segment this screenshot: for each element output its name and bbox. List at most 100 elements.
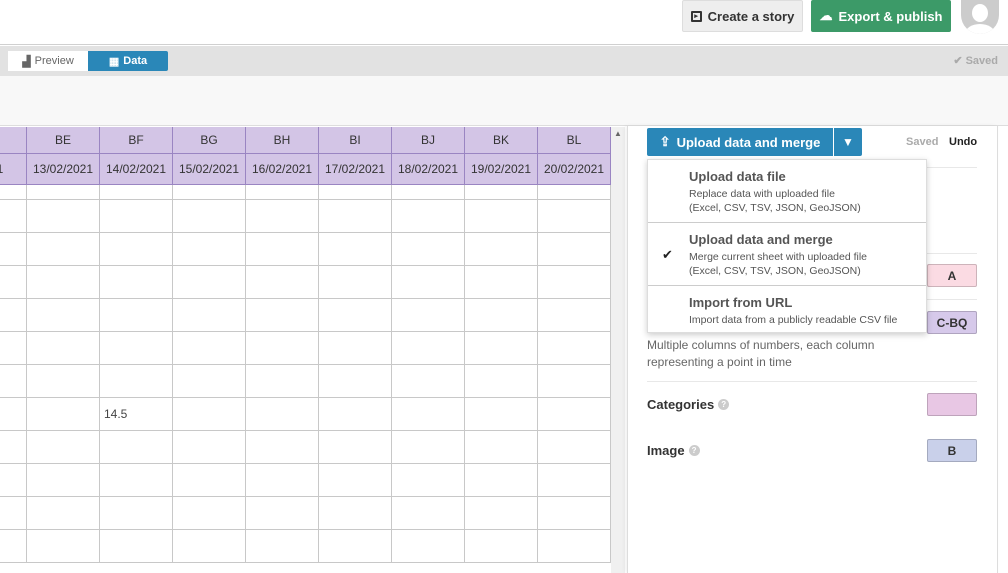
table-cell[interactable] — [100, 365, 173, 398]
grid-scrollbar[interactable]: ▲ — [611, 127, 625, 573]
column-header[interactable]: BL — [538, 127, 611, 154]
table-cell[interactable] — [100, 299, 173, 332]
table-cell[interactable] — [0, 299, 27, 332]
date-header-cell[interactable]: 20/02/2021 — [538, 154, 611, 185]
table-cell[interactable] — [173, 464, 246, 497]
export-publish-button[interactable]: ☁ Export & publish — [811, 0, 951, 32]
date-header-cell[interactable]: 13/02/2021 — [27, 154, 100, 185]
table-cell[interactable] — [465, 200, 538, 233]
table-cell[interactable] — [319, 185, 392, 200]
avatar[interactable] — [961, 0, 999, 34]
table-cell[interactable] — [246, 365, 319, 398]
table-cell[interactable] — [100, 530, 173, 563]
table-cell[interactable] — [392, 398, 465, 431]
table-cell[interactable] — [27, 185, 100, 200]
tab-data[interactable]: ▦ Data — [88, 51, 168, 71]
tab-preview[interactable]: ▟ Preview — [8, 51, 88, 71]
table-cell[interactable] — [0, 266, 27, 299]
table-cell[interactable] — [246, 233, 319, 266]
table-cell[interactable] — [27, 398, 100, 431]
table-cell[interactable] — [0, 233, 27, 266]
table-cell[interactable] — [319, 464, 392, 497]
table-cell[interactable] — [392, 266, 465, 299]
table-cell[interactable] — [246, 431, 319, 464]
table-cell[interactable] — [100, 497, 173, 530]
table-cell[interactable] — [538, 332, 611, 365]
column-header[interactable]: BH — [246, 127, 319, 154]
date-header-cell[interactable]: 16/02/2021 — [246, 154, 319, 185]
table-cell[interactable] — [538, 299, 611, 332]
table-cell[interactable] — [173, 266, 246, 299]
table-cell[interactable] — [319, 398, 392, 431]
table-cell[interactable] — [173, 233, 246, 266]
table-cell[interactable] — [392, 233, 465, 266]
table-cell[interactable] — [27, 464, 100, 497]
table-cell[interactable] — [173, 398, 246, 431]
table-cell[interactable] — [319, 200, 392, 233]
table-cell[interactable] — [465, 185, 538, 200]
table-cell[interactable] — [100, 431, 173, 464]
table-cell[interactable] — [319, 299, 392, 332]
data-grid[interactable]: BEBFBGBHBIBJBKBL 202113/02/202114/02/2021… — [0, 127, 611, 573]
table-cell[interactable] — [392, 497, 465, 530]
table-cell[interactable] — [173, 185, 246, 200]
table-cell[interactable] — [319, 497, 392, 530]
table-cell[interactable] — [465, 431, 538, 464]
table-cell[interactable] — [465, 497, 538, 530]
categories-column-pill[interactable] — [927, 393, 977, 416]
table-cell[interactable] — [246, 266, 319, 299]
column-header[interactable]: BK — [465, 127, 538, 154]
table-cell[interactable] — [319, 266, 392, 299]
table-cell[interactable] — [392, 464, 465, 497]
column-header[interactable] — [0, 127, 27, 154]
table-cell[interactable] — [0, 497, 27, 530]
table-cell[interactable] — [465, 299, 538, 332]
column-header[interactable]: BE — [27, 127, 100, 154]
table-cell[interactable] — [27, 365, 100, 398]
table-cell[interactable] — [100, 200, 173, 233]
table-cell[interactable] — [0, 332, 27, 365]
table-cell[interactable] — [392, 185, 465, 200]
date-header-cell[interactable]: 14/02/2021 — [100, 154, 173, 185]
table-cell[interactable] — [173, 200, 246, 233]
table-cell[interactable] — [173, 299, 246, 332]
table-cell[interactable] — [27, 431, 100, 464]
table-cell[interactable] — [27, 299, 100, 332]
table-cell[interactable] — [0, 200, 27, 233]
table-cell[interactable] — [246, 398, 319, 431]
upload-merge-button[interactable]: ⇪ Upload data and merge — [647, 128, 833, 156]
table-cell[interactable] — [465, 233, 538, 266]
scroll-up-icon[interactable]: ▲ — [614, 129, 622, 138]
table-cell[interactable] — [465, 464, 538, 497]
column-header[interactable]: BI — [319, 127, 392, 154]
table-cell[interactable] — [465, 398, 538, 431]
table-cell[interactable] — [465, 332, 538, 365]
table-cell[interactable] — [538, 398, 611, 431]
column-header[interactable]: BJ — [392, 127, 465, 154]
table-cell[interactable] — [173, 530, 246, 563]
table-cell[interactable] — [246, 464, 319, 497]
table-cell[interactable] — [0, 431, 27, 464]
table-cell[interactable] — [319, 233, 392, 266]
table-cell[interactable] — [27, 530, 100, 563]
table-cell[interactable] — [173, 332, 246, 365]
date-header-cell[interactable]: 2021 — [0, 154, 27, 185]
menu-item-upload-file[interactable]: Upload data file Replace data with upload… — [648, 160, 926, 223]
table-cell[interactable] — [0, 530, 27, 563]
undo-button[interactable]: Undo — [949, 136, 977, 148]
names-column-pill[interactable]: A — [927, 264, 977, 287]
menu-item-import-url[interactable]: Import from URL Import data from a public… — [648, 286, 926, 332]
table-cell[interactable] — [0, 398, 27, 431]
table-cell[interactable] — [27, 233, 100, 266]
table-cell[interactable] — [319, 365, 392, 398]
table-cell[interactable] — [538, 431, 611, 464]
date-header-cell[interactable]: 15/02/2021 — [173, 154, 246, 185]
table-cell[interactable] — [319, 431, 392, 464]
table-cell[interactable] — [246, 185, 319, 200]
table-cell[interactable] — [0, 464, 27, 497]
table-cell[interactable] — [538, 464, 611, 497]
chevron-down-icon[interactable]: ▼ — [834, 128, 862, 156]
table-cell[interactable] — [538, 530, 611, 563]
table-cell[interactable] — [100, 233, 173, 266]
table-cell[interactable] — [100, 464, 173, 497]
